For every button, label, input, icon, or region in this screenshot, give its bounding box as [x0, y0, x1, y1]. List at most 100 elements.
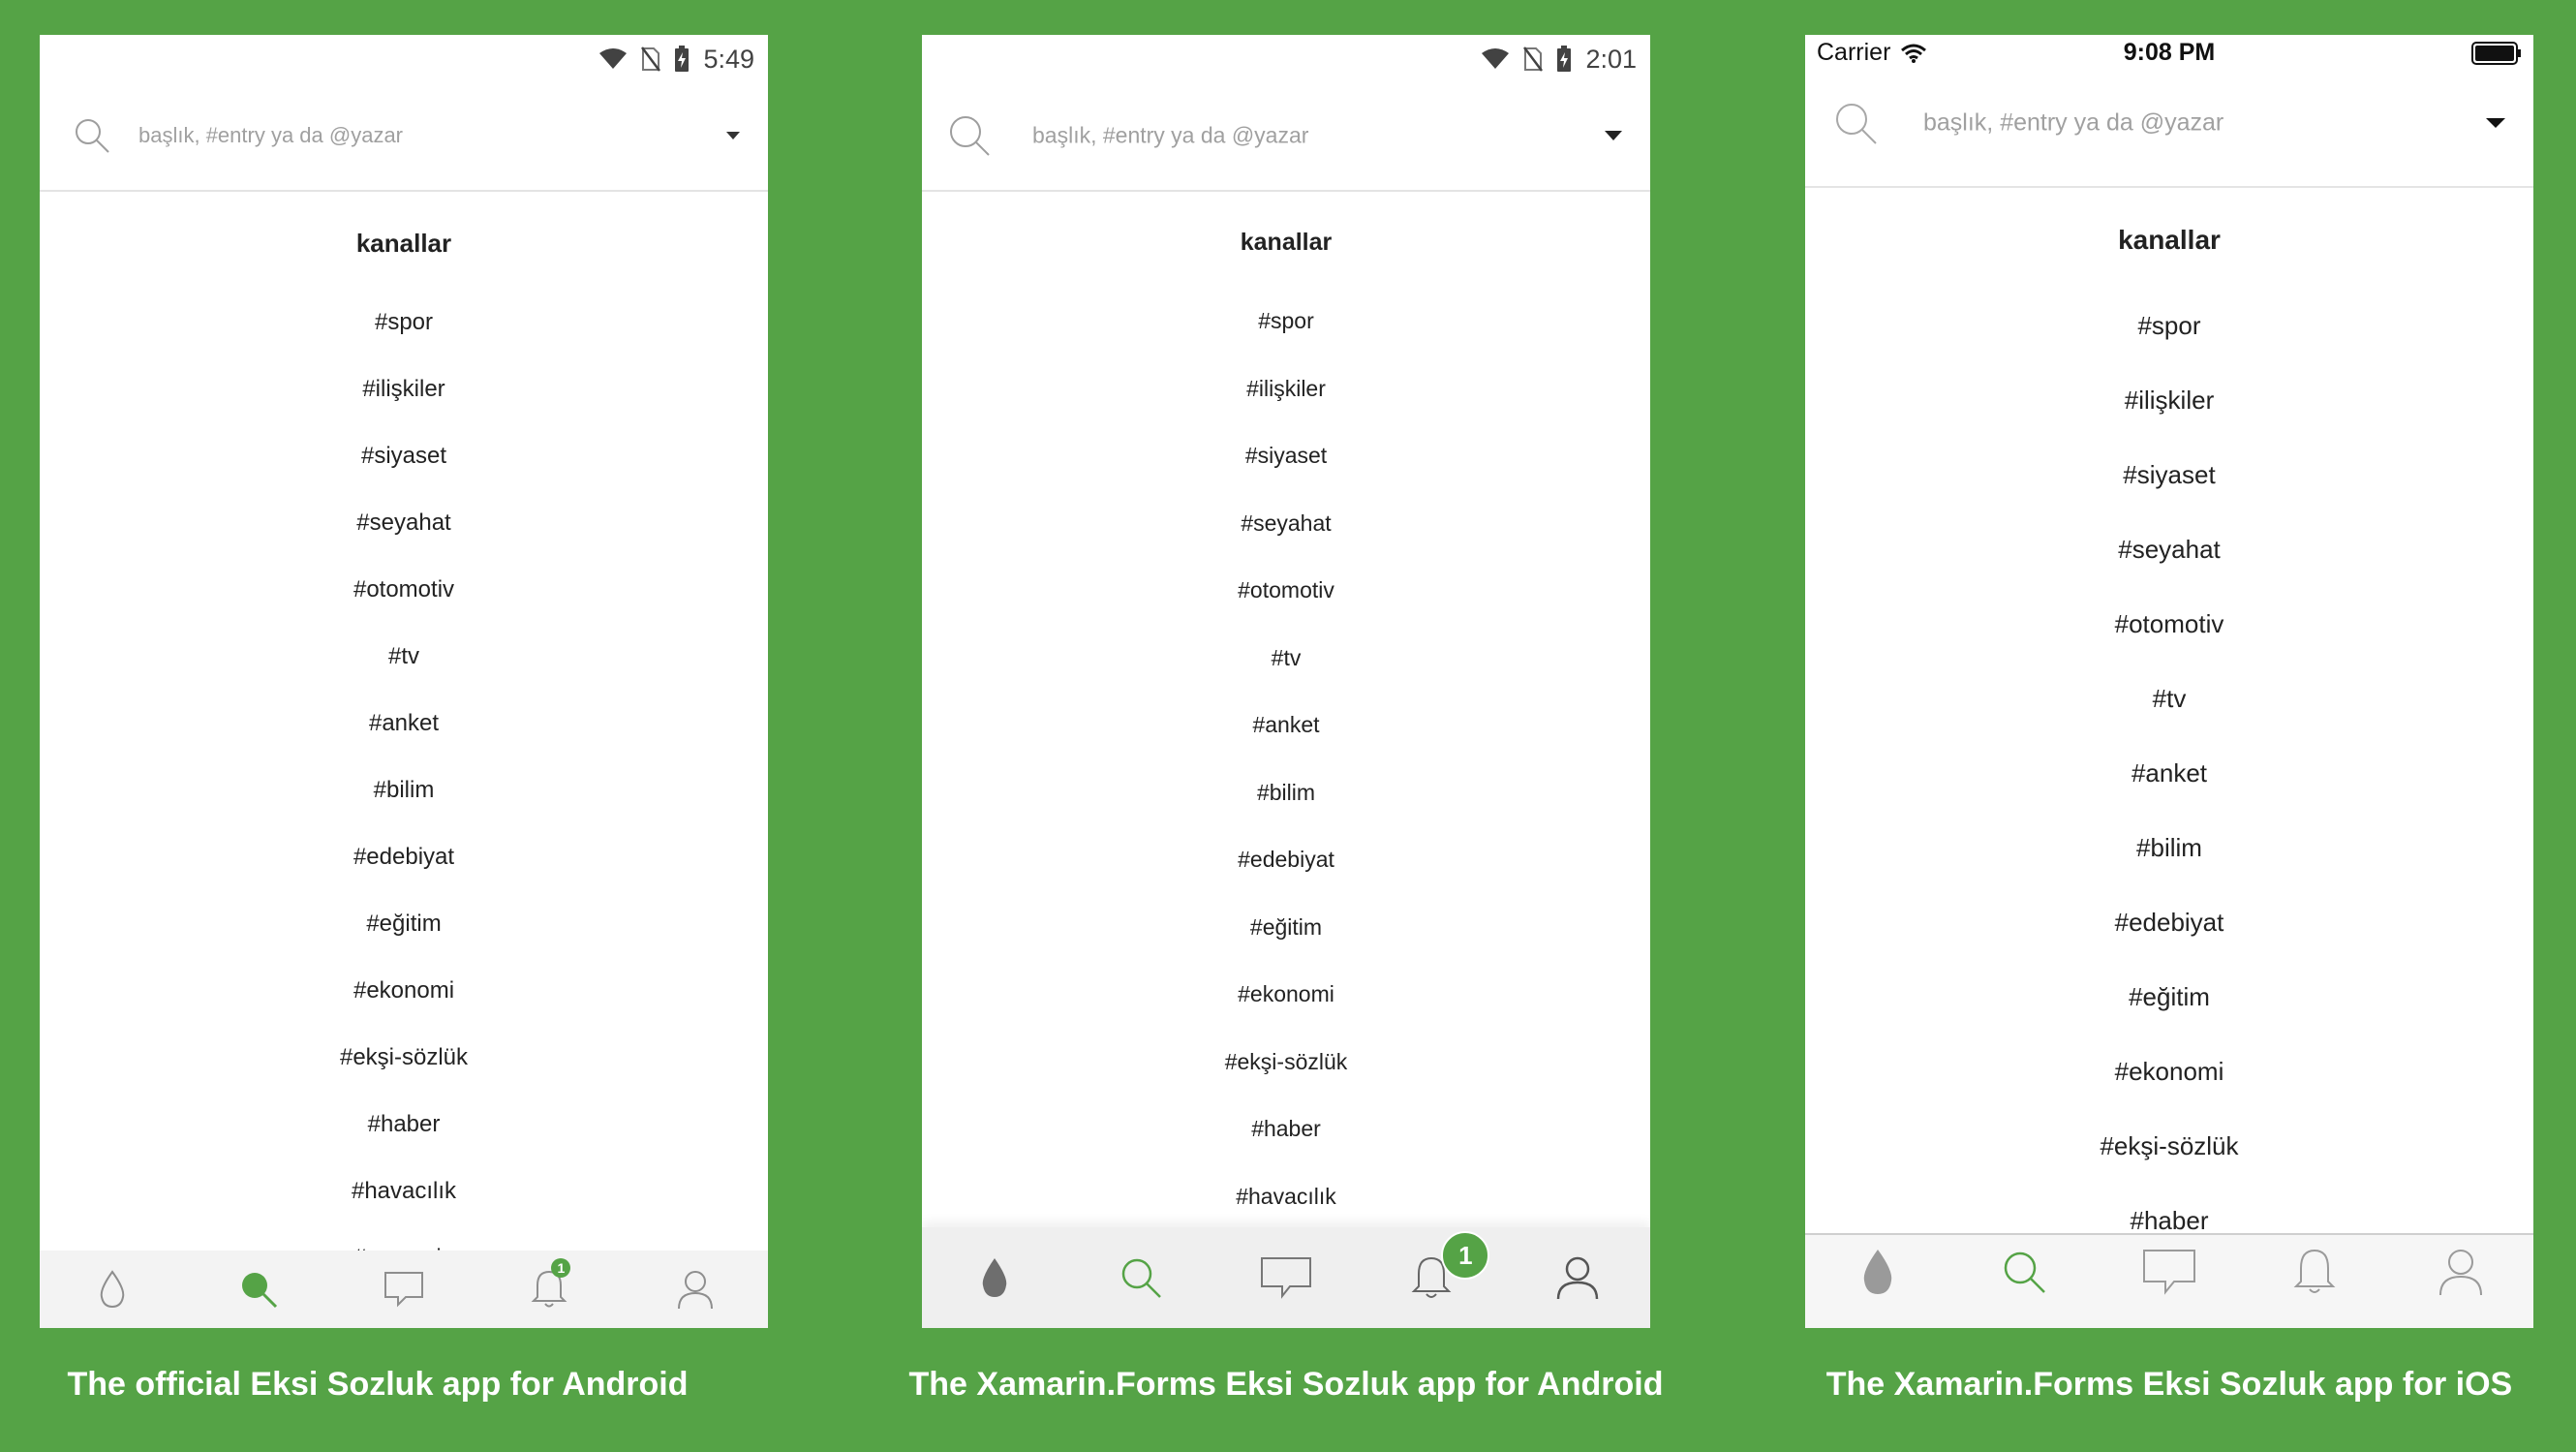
channel-item[interactable]: #ekşi-sözlük: [1805, 1119, 2533, 1193]
no-sim-icon: [641, 46, 661, 72]
battery-charging-icon: [1557, 46, 1572, 72]
tab-bar: 1: [922, 1227, 1650, 1328]
channel-item[interactable]: #siyaset: [40, 432, 768, 499]
channel-item[interactable]: #ilişkiler: [1805, 373, 2533, 448]
channel-item[interactable]: #ilişkiler: [40, 365, 768, 432]
search-input[interactable]: [1032, 122, 1536, 149]
caption-xamarin-ios: The Xamarin.Forms Eksi Sozluk app for iO…: [1825, 1366, 2513, 1403]
channel-item[interactable]: #haber: [40, 1100, 768, 1167]
status-bar: 2:01: [922, 35, 1650, 81]
page-title: kanallar: [355, 229, 452, 258]
channel-item[interactable]: #bilim: [40, 766, 768, 833]
messages-icon: [1260, 1257, 1311, 1299]
battery-icon: [2471, 42, 2521, 65]
tab-feed[interactable]: [1839, 1243, 1917, 1301]
channel-item[interactable]: #ekşi-sözlük: [40, 1034, 768, 1100]
channel-item[interactable]: #siyaset: [1805, 448, 2533, 522]
channel-item[interactable]: #eğitim: [40, 900, 768, 967]
channel-item[interactable]: #spor: [40, 298, 768, 365]
channel-item[interactable]: #anket: [922, 700, 1650, 768]
tab-notifications[interactable]: 1: [510, 1258, 588, 1318]
channel-item[interactable]: #siyaset: [922, 431, 1650, 499]
channel-item[interactable]: #seyahat: [922, 499, 1650, 567]
search-bar: [40, 81, 768, 192]
tab-profile[interactable]: [1539, 1249, 1616, 1307]
search-input[interactable]: [138, 123, 642, 148]
messages-icon: [383, 1272, 423, 1308]
channel-item[interactable]: #seyahat: [40, 499, 768, 566]
channel-item[interactable]: #ekonomi: [922, 970, 1650, 1037]
tab-search[interactable]: [1985, 1243, 2063, 1301]
channel-item[interactable]: #haber: [922, 1104, 1650, 1172]
battery-charging-icon: [675, 46, 690, 72]
tab-messages[interactable]: [2131, 1243, 2208, 1301]
phone-xamarin-ios: Carrier 9:08 PM kanallar #spor#ilişkiler…: [1805, 35, 2533, 1328]
tab-notifications[interactable]: [2276, 1243, 2353, 1301]
caret-down-icon[interactable]: [1604, 130, 1623, 141]
search-icon: [241, 1273, 277, 1309]
channel-item[interactable]: #otomotiv: [1805, 597, 2533, 671]
tab-messages[interactable]: [365, 1260, 443, 1318]
status-time: 9:08 PM: [2123, 39, 2216, 66]
channel-item[interactable]: #seyahat: [1805, 522, 2533, 597]
channel-item[interactable]: #ekonomi: [1805, 1044, 2533, 1119]
tab-profile[interactable]: [2422, 1243, 2499, 1301]
caption-xamarin-android: The Xamarin.Forms Eksi Sozluk app for An…: [908, 1366, 1664, 1403]
tab-feed[interactable]: [956, 1249, 1033, 1307]
status-time: 5:49: [703, 44, 754, 74]
channel-item[interactable]: #havacılık: [40, 1167, 768, 1234]
status-bar: 5:49: [40, 35, 768, 81]
channel-item[interactable]: #anket: [40, 699, 768, 766]
profile-icon: [677, 1271, 713, 1310]
channel-item[interactable]: #otomotiv: [40, 566, 768, 633]
caret-down-icon[interactable]: [725, 131, 741, 140]
search-icon: [76, 119, 109, 153]
tab-feed[interactable]: [74, 1260, 151, 1318]
channel-item[interactable]: #edebiyat: [1805, 895, 2533, 970]
channel-item[interactable]: #tv: [1805, 671, 2533, 746]
wifi-icon: [1482, 48, 1510, 69]
channel-item[interactable]: #bilim: [922, 768, 1650, 836]
channel-item[interactable]: #edebiyat: [40, 833, 768, 900]
search-bar: [922, 81, 1650, 192]
drop-icon: [1863, 1250, 1892, 1294]
profile-icon: [1556, 1256, 1598, 1300]
search-bar: [1805, 74, 2533, 188]
channel-item[interactable]: #spor: [1805, 298, 2533, 373]
channel-item[interactable]: #ekonomi: [40, 967, 768, 1034]
search-input[interactable]: [1923, 108, 2427, 138]
channel-item[interactable]: #tv: [922, 633, 1650, 701]
notification-badge: 1: [1441, 1231, 1490, 1280]
tab-profile[interactable]: [657, 1260, 734, 1318]
caret-down-icon[interactable]: [2485, 117, 2506, 129]
phone-official-android: 5:49 kanallar #spor#ilişkiler#siyaset#se…: [40, 35, 768, 1328]
channel-item[interactable]: #tv: [40, 633, 768, 699]
page-title: kanallar: [2118, 225, 2221, 255]
bell-icon: [2293, 1249, 2336, 1293]
no-sim-icon: [1523, 46, 1544, 72]
tab-bar: 1: [40, 1251, 768, 1328]
status-bar: Carrier 9:08 PM: [1805, 35, 2533, 74]
tab-search[interactable]: [220, 1260, 297, 1318]
phone-xamarin-android: 2:01 kanallar #spor#ilişkiler#siyaset#se…: [922, 35, 1650, 1328]
status-time: 2:01: [1585, 44, 1637, 74]
channel-item[interactable]: #anket: [1805, 746, 2533, 820]
search-icon: [950, 116, 990, 156]
search-icon: [1121, 1258, 1161, 1298]
channel-item[interactable]: #otomotiv: [922, 566, 1650, 633]
drop-icon: [982, 1258, 1007, 1297]
channel-item[interactable]: #bilim: [1805, 820, 2533, 895]
channel-item[interactable]: #edebiyat: [922, 835, 1650, 903]
page-title: kanallar: [1240, 229, 1333, 256]
wifi-icon: [599, 48, 628, 69]
channel-item[interactable]: #eğitim: [1805, 970, 2533, 1044]
channel-item[interactable]: #ilişkiler: [922, 364, 1650, 432]
channel-list: #spor #ilişkiler #siyaset #seyahat #otomotiv…: [922, 296, 1650, 1239]
tab-notifications[interactable]: 1: [1393, 1231, 1490, 1307]
tab-search[interactable]: [1102, 1249, 1180, 1307]
channel-item[interactable]: #spor: [922, 296, 1650, 364]
channel-item[interactable]: #eğitim: [922, 903, 1650, 971]
tab-messages[interactable]: [1247, 1249, 1325, 1307]
channel-item[interactable]: #ekşi-sözlük: [922, 1037, 1650, 1105]
search-icon: [1836, 104, 1877, 144]
